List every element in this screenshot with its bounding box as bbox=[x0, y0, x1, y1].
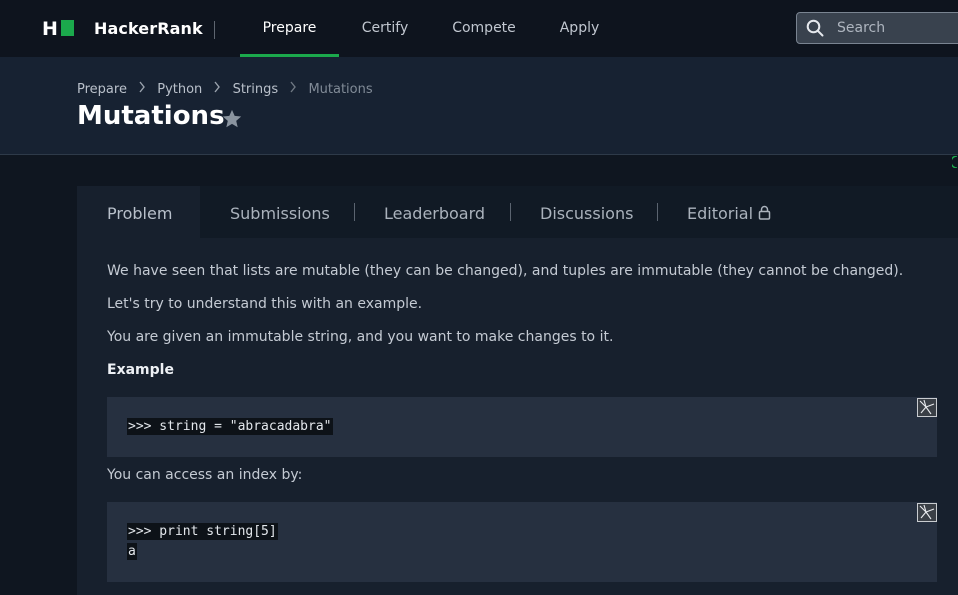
problem-text: You are given an immutable string, and y… bbox=[107, 329, 614, 345]
breadcrumb-current: Mutations bbox=[308, 82, 373, 97]
nav-certify[interactable]: Certify bbox=[353, 0, 417, 57]
chevron-right-icon bbox=[290, 81, 297, 93]
code-line: >>> string = "abracadabra" bbox=[127, 418, 333, 435]
tab-divider bbox=[657, 203, 658, 221]
chevron-right-icon bbox=[214, 81, 221, 93]
code-text: >>> string = "abracadabra" bbox=[127, 417, 333, 437]
star-icon[interactable] bbox=[221, 108, 243, 130]
tab-editorial[interactable]: Editorial bbox=[687, 186, 771, 238]
decorative-arc bbox=[952, 156, 958, 168]
search-icon bbox=[806, 19, 824, 37]
problem-tabs: Problem Submissions Leaderboard Discussi… bbox=[77, 186, 958, 238]
tab-discussions[interactable]: Discussions bbox=[540, 186, 633, 238]
search-box[interactable] bbox=[796, 12, 958, 44]
breadcrumb-python[interactable]: Python bbox=[157, 82, 202, 97]
nav-prepare[interactable]: Prepare bbox=[240, 0, 339, 57]
logo-letter: H bbox=[42, 19, 58, 37]
top-navbar: H HackerRank Prepare Certify Compete App… bbox=[0, 0, 958, 57]
lock-icon bbox=[758, 205, 771, 220]
chevron-right-icon bbox=[139, 81, 145, 93]
breadcrumb: Prepare Python Strings Mutations bbox=[77, 81, 373, 97]
tab-submissions[interactable]: Submissions bbox=[230, 186, 330, 238]
code-block: >>> print string[5] a bbox=[107, 502, 937, 582]
tab-divider bbox=[354, 203, 355, 221]
copy-code-icon[interactable] bbox=[917, 398, 937, 417]
problem-text: You can access an index by: bbox=[107, 467, 303, 483]
tab-divider bbox=[510, 203, 511, 221]
nav-divider bbox=[214, 21, 215, 39]
hackerrank-logo-icon[interactable]: H bbox=[42, 19, 74, 37]
problem-text: We have seen that lists are mutable (the… bbox=[107, 263, 904, 279]
code-line: >>> print string[5] bbox=[127, 523, 278, 540]
tab-leaderboard[interactable]: Leaderboard bbox=[384, 186, 485, 238]
challenge-header: Prepare Python Strings Mutations Mutatio… bbox=[0, 57, 958, 168]
search-input[interactable] bbox=[837, 18, 957, 38]
copy-code-icon[interactable] bbox=[917, 503, 937, 522]
tab-editorial-label: Editorial bbox=[687, 204, 754, 223]
code-line: a bbox=[127, 543, 137, 560]
code-text: >>> print string[5] a bbox=[127, 522, 278, 562]
example-heading: Example bbox=[107, 362, 174, 378]
brand-name[interactable]: HackerRank bbox=[94, 19, 203, 38]
code-block: >>> string = "abracadabra" bbox=[107, 397, 937, 457]
breadcrumb-prepare[interactable]: Prepare bbox=[77, 82, 127, 97]
tab-problem[interactable]: Problem bbox=[77, 186, 200, 238]
page-title: Mutations bbox=[77, 101, 225, 131]
nav-apply[interactable]: Apply bbox=[553, 0, 606, 57]
breadcrumb-strings[interactable]: Strings bbox=[233, 82, 279, 97]
problem-text: Let's try to understand this with an exa… bbox=[107, 296, 423, 312]
problem-panel: Problem Submissions Leaderboard Discussi… bbox=[77, 186, 958, 595]
nav-compete[interactable]: Compete bbox=[446, 0, 522, 57]
